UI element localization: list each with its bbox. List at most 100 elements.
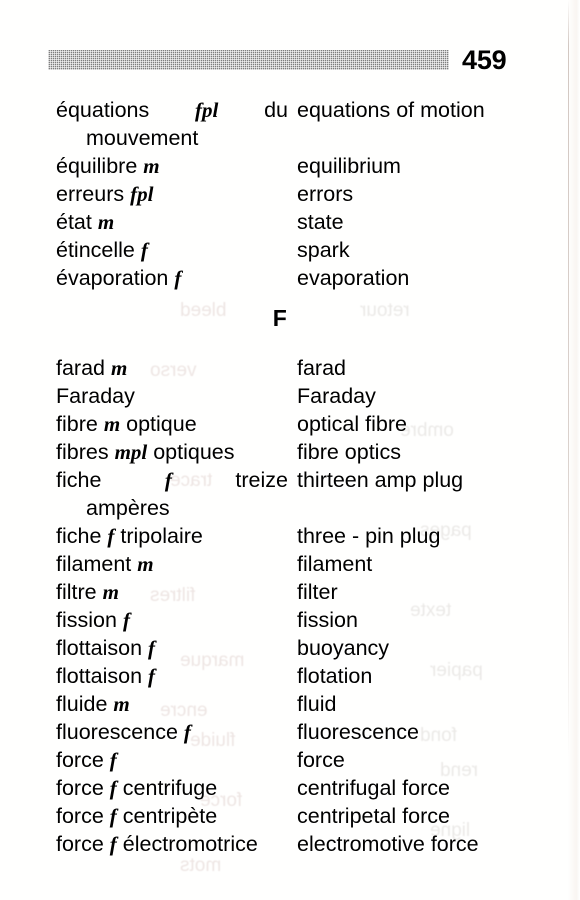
term-word: fibre	[56, 412, 98, 436]
term-modifier: centripète	[122, 804, 218, 828]
entry-source-term: force f centripète	[56, 802, 292, 830]
dictionary-entry[interactable]: fibre m optique optical fibre	[0, 410, 580, 438]
gender-marker: f	[183, 720, 191, 744]
term-modifier: optique	[126, 412, 197, 436]
dictionary-entry[interactable]: fiche f tripolaire three - pin plug	[0, 522, 580, 550]
dictionary-entry[interactable]: équations fpl du mouvement equations of …	[0, 96, 580, 152]
entry-translation: flotation	[297, 664, 373, 688]
running-head: 459	[0, 44, 580, 78]
dictionary-entry[interactable]: Faraday Faraday	[0, 382, 580, 410]
dictionary-entry[interactable]: état m state	[0, 208, 580, 236]
section-letter-glyph: F	[272, 305, 288, 331]
dictionary-entry[interactable]: étincelle f spark	[0, 236, 580, 264]
section-letter-heading: F	[0, 305, 580, 332]
entry-source-term: filament m	[56, 550, 292, 578]
term-word: évaporation	[56, 266, 169, 290]
term-word: force	[56, 748, 104, 772]
term-modifier: tripolaire	[120, 524, 203, 548]
dictionary-entry[interactable]: évaporation f evaporation	[0, 264, 580, 292]
entry-translation: evaporation	[297, 266, 410, 290]
gender-marker: m	[111, 356, 128, 380]
term-word: erreurs	[56, 182, 125, 206]
entry-translation: state	[297, 210, 344, 234]
entry-translation: centrifugal force	[297, 776, 450, 800]
entry-source-term: filtre m	[56, 578, 292, 606]
gender-marker: f	[109, 776, 117, 800]
entry-translation: farad	[297, 356, 347, 380]
dictionary-entry[interactable]: flottaison f flotation	[0, 662, 580, 690]
entry-source-term: fiche f tripolaire	[56, 522, 292, 550]
entry-translation: thirteen amp plug	[297, 468, 464, 492]
gender-marker: f	[122, 608, 130, 632]
dictionary-entry[interactable]: farad m farad	[0, 354, 580, 382]
dictionary-entry[interactable]: force f centripète centripetal force	[0, 802, 580, 830]
term-word: fission	[56, 608, 117, 632]
entry-source-term: évaporation f	[56, 264, 292, 292]
term-word: équilibre	[56, 154, 138, 178]
entry-source-term: erreurs fpl	[56, 180, 292, 208]
gender-marker: f	[107, 524, 115, 548]
term-word: fluorescence	[56, 720, 178, 744]
dictionary-entry[interactable]: filtre m filter	[0, 578, 580, 606]
entry-source-term: force f électromotrice	[56, 830, 292, 858]
entry-translation: fission	[297, 608, 358, 632]
gender-marker: f	[148, 636, 156, 660]
term-word: étincelle	[56, 238, 135, 262]
dictionary-entry[interactable]: flottaison f buoyancy	[0, 634, 580, 662]
entry-source-term: fluide m	[56, 690, 292, 718]
term-continuation: mouvement	[86, 126, 199, 150]
entry-source-term: fibre m optique	[56, 410, 292, 438]
entry-translation: filament	[297, 552, 373, 576]
dictionary-entry[interactable]: force f centrifuge centrifugal force	[0, 774, 580, 802]
entry-source-term: fibres mpl optiques	[56, 438, 292, 466]
dictionary-entry[interactable]: force f force	[0, 746, 580, 774]
entry-source-term: Faraday	[56, 382, 292, 410]
dictionary-entry[interactable]: force f électromotrice electromotive for…	[0, 830, 580, 858]
term-word: flottaison	[56, 636, 143, 660]
dictionary-entry[interactable]: erreurs fpl errors	[0, 180, 580, 208]
gender-marker: m	[103, 412, 121, 436]
term-word: Faraday	[56, 384, 135, 408]
dictionary-entry[interactable]: fiche f treize ampères thirteen amp plug	[0, 466, 580, 522]
entry-translation: electromotive force	[297, 832, 479, 856]
entry-source-term: force f centrifuge	[56, 774, 292, 802]
term-word: équations	[56, 98, 150, 122]
gender-marker: m	[143, 154, 160, 178]
gender-marker: f	[174, 266, 182, 290]
entry-source-term: fission f	[56, 606, 292, 634]
dictionary-entry[interactable]: fibres mpl optiques fibre optics	[0, 438, 580, 466]
entry-translation: buoyancy	[297, 636, 390, 660]
entry-list-bottom: farad m farad Faraday Faraday fibre m op…	[0, 354, 580, 858]
entry-list-top: équations fpl du mouvement equations of …	[0, 96, 580, 292]
dictionary-entry[interactable]: filament m filament	[0, 550, 580, 578]
gender-marker: f	[140, 238, 148, 262]
gender-marker: m	[97, 210, 115, 234]
entry-source-term: flottaison f	[56, 662, 292, 690]
entry-source-term: flottaison f	[56, 634, 292, 662]
entry-translation: spark	[297, 238, 350, 262]
entry-source-term: force f	[56, 746, 292, 774]
term-word: force	[56, 804, 104, 828]
entry-translation: three - pin plug	[297, 524, 441, 548]
entry-translation: centripetal force	[297, 804, 450, 828]
entry-translation: fibre optics	[297, 440, 401, 464]
dictionary-entry[interactable]: fluide m fluid	[0, 690, 580, 718]
term-word: filtre	[56, 580, 97, 604]
entry-translation: fluorescence	[297, 720, 419, 744]
term-word: fiche	[56, 468, 102, 492]
term-word: fibres	[56, 440, 109, 464]
entry-translation: fluid	[297, 692, 337, 716]
entry-source-term: étincelle f	[56, 236, 292, 264]
page-number: 459	[462, 45, 507, 75]
dictionary-entry[interactable]: fluorescence f fluorescence	[0, 718, 580, 746]
dictionary-page: bleed retour verso ombre trace pages fil…	[0, 0, 580, 900]
dictionary-entry[interactable]: fission f fission	[0, 606, 580, 634]
dictionary-entry[interactable]: équilibre m equilibrium	[0, 152, 580, 180]
gender-marker: f	[109, 804, 117, 828]
entry-translation: force	[297, 748, 345, 772]
entry-translation: optical fibre	[297, 412, 407, 436]
header-rule	[48, 50, 449, 70]
gender-marker: f	[164, 468, 172, 492]
term-word: filament	[56, 552, 132, 576]
entry-source-term: état m	[56, 208, 292, 236]
